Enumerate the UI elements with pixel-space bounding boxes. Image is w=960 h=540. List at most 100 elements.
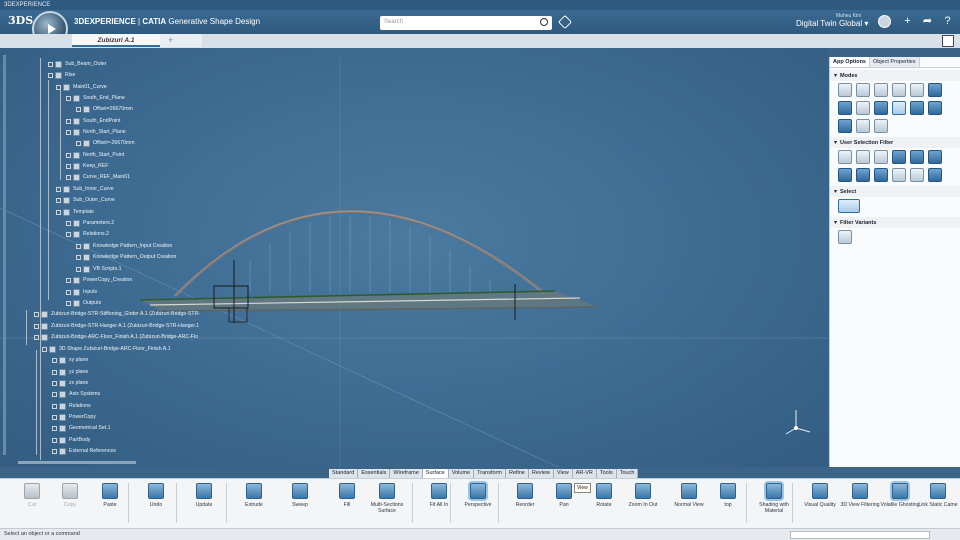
toolbar-button[interactable]: Fill <box>327 483 367 508</box>
mode-tab[interactable]: Transform <box>474 469 506 478</box>
toolbar-button[interactable]: Cut <box>12 483 52 508</box>
tree-node[interactable]: Offset=26670mm <box>76 104 133 114</box>
expand-toggle-icon[interactable] <box>52 369 57 375</box>
tree-hscrollbar[interactable] <box>18 461 136 464</box>
toolbar-button[interactable]: Paste <box>90 483 130 508</box>
mode-tree-icon[interactable] <box>892 83 906 97</box>
expand-toggle-icon[interactable] <box>76 254 81 260</box>
tree-node[interactable]: Outputs <box>66 298 101 308</box>
expand-toggle-icon[interactable] <box>56 209 61 215</box>
expand-toggle-icon[interactable] <box>66 289 71 295</box>
mode-offset-icon[interactable] <box>910 101 924 115</box>
mode-shell-icon[interactable] <box>838 101 852 115</box>
expand-toggle-icon[interactable] <box>52 425 57 431</box>
mode-wire-icon[interactable] <box>856 101 870 115</box>
toolbar-button[interactable]: Reorder <box>505 483 545 508</box>
tree-node[interactable]: Sub_Outer_Curve <box>56 195 115 205</box>
toolbar-button[interactable]: Zoom In Out <box>623 483 663 508</box>
filter-cube-icon[interactable] <box>838 168 852 182</box>
tree-node[interactable]: PowerCopy_Creation <box>66 275 132 285</box>
tab-zubizuri[interactable]: Zubizuri A.1 <box>72 34 160 47</box>
expand-toggle-icon[interactable] <box>48 61 53 67</box>
tree-node[interactable]: Main01_Curve <box>56 82 107 92</box>
command-input[interactable] <box>790 531 930 539</box>
user-avatar[interactable] <box>878 15 891 28</box>
mode-tab[interactable]: Standard <box>329 469 359 478</box>
toolbar-button[interactable]: 3D View Filtering <box>840 483 880 508</box>
mode-magic-icon[interactable] <box>874 119 888 133</box>
tree-node[interactable]: 3D Shape Zubizuri-Bridge-ARC-Floor_Finis… <box>42 344 171 354</box>
mode-layer-icon[interactable] <box>928 101 942 115</box>
toolbar-button[interactable]: Shading with Material <box>754 483 794 514</box>
mode-grid-icon[interactable] <box>874 83 888 97</box>
mode-sketch-icon[interactable] <box>856 83 870 97</box>
search-input[interactable]: Search <box>380 16 552 30</box>
mode-tab[interactable]: Wireframe <box>390 469 423 478</box>
tree-node[interactable]: Keep_REF <box>66 161 108 171</box>
mode-tab[interactable]: Essentials <box>358 469 391 478</box>
expand-toggle-icon[interactable] <box>56 197 61 203</box>
tree-node[interactable]: South_End_Plane <box>66 93 125 103</box>
expand-toggle-icon[interactable] <box>52 357 57 363</box>
mode-volume-icon[interactable] <box>892 101 906 115</box>
expand-toggle-icon[interactable] <box>42 346 47 352</box>
mode-tab[interactable]: View <box>553 469 573 478</box>
user-info[interactable]: Maheu Kim Digital Twin Global ▾ <box>796 13 868 28</box>
tree-node[interactable]: Curve_REF_Main01 <box>66 172 130 182</box>
mode-surface-icon[interactable] <box>928 83 942 97</box>
expand-toggle-icon[interactable] <box>56 186 61 192</box>
expand-toggle-icon[interactable] <box>76 140 81 146</box>
tree-node[interactable]: South_EndPoint <box>66 116 121 126</box>
filter-block-icon[interactable] <box>856 168 870 182</box>
mode-solid-icon[interactable] <box>874 101 888 115</box>
tab-app-options[interactable]: App Options <box>830 57 870 67</box>
tree-node[interactable]: zx plane <box>52 378 88 388</box>
expand-toggle-icon[interactable] <box>52 437 57 443</box>
tree-scrollbar[interactable] <box>3 55 6 455</box>
expand-toggle-icon[interactable] <box>66 118 71 124</box>
tree-node[interactable]: PowerCopy <box>52 412 96 422</box>
expand-toggle-icon[interactable] <box>66 277 71 283</box>
tree-node[interactable]: Knowledge Pattern_Output Creation <box>76 252 176 262</box>
filter-variant-icon[interactable] <box>838 230 852 244</box>
fullscreen-icon[interactable] <box>942 35 954 47</box>
expand-toggle-icon[interactable] <box>48 72 53 78</box>
expand-toggle-icon[interactable] <box>66 300 71 306</box>
filter-group-icon[interactable] <box>892 168 906 182</box>
tab-object-properties[interactable]: Object Properties <box>870 57 920 67</box>
filter-body-icon[interactable] <box>928 150 942 164</box>
axis-triad-icon[interactable] <box>784 408 814 438</box>
tree-node[interactable]: Sub_Beam_Outer <box>48 59 107 69</box>
mode-tab[interactable]: Surface <box>422 469 449 478</box>
mode-tab[interactable]: Touch <box>616 469 639 478</box>
toolbar-button[interactable]: Visual Quality <box>800 483 840 508</box>
expand-toggle-icon[interactable] <box>34 334 39 340</box>
section-select[interactable]: Select <box>830 186 960 197</box>
tree-node[interactable]: Zubizuri-Bridge-STR-Stiffening_Girder A.… <box>34 309 200 319</box>
tree-node[interactable]: Zubizuri-Bridge-ARC-Floor_Finish A.1 (Zu… <box>34 332 198 342</box>
expand-toggle-icon[interactable] <box>34 311 39 317</box>
mode-view-icon[interactable] <box>856 119 870 133</box>
toolbar-button[interactable]: Multi-Sections Surface <box>367 483 407 514</box>
share-icon[interactable]: ➦ <box>921 15 934 28</box>
filter-arrow-icon[interactable] <box>892 150 906 164</box>
tree-node[interactable]: VB Scripts.1 <box>76 264 122 274</box>
expand-toggle-icon[interactable] <box>52 391 57 397</box>
tree-node[interactable]: Parameters.2 <box>66 218 114 228</box>
tree-node[interactable]: Geometrical Set.1 <box>52 423 111 433</box>
tree-node[interactable]: Template <box>56 207 94 217</box>
toolbar-button[interactable]: Extrude <box>234 483 274 508</box>
toolbar-button[interactable]: Update <box>184 483 224 508</box>
expand-toggle-icon[interactable] <box>52 414 57 420</box>
mode-hierarchy-icon[interactable] <box>910 83 924 97</box>
toolbar-button[interactable]: Normal View <box>669 483 709 508</box>
mode-tab[interactable]: Refine <box>505 469 529 478</box>
section-filter-variants[interactable]: Filter Variants <box>830 217 960 228</box>
workspace-selector[interactable]: Digital Twin Global ▾ <box>796 19 868 28</box>
tree-node[interactable]: Zubizuri-Bridge-STR-Hanger A.1 (Zubizuri… <box>34 321 199 331</box>
mode-tab[interactable]: Review <box>528 469 554 478</box>
expand-toggle-icon[interactable] <box>66 231 71 237</box>
section-modes[interactable]: Modes <box>830 70 960 81</box>
tree-node[interactable]: PartBody <box>52 435 90 445</box>
tree-node[interactable]: Axis Systems <box>52 389 100 399</box>
